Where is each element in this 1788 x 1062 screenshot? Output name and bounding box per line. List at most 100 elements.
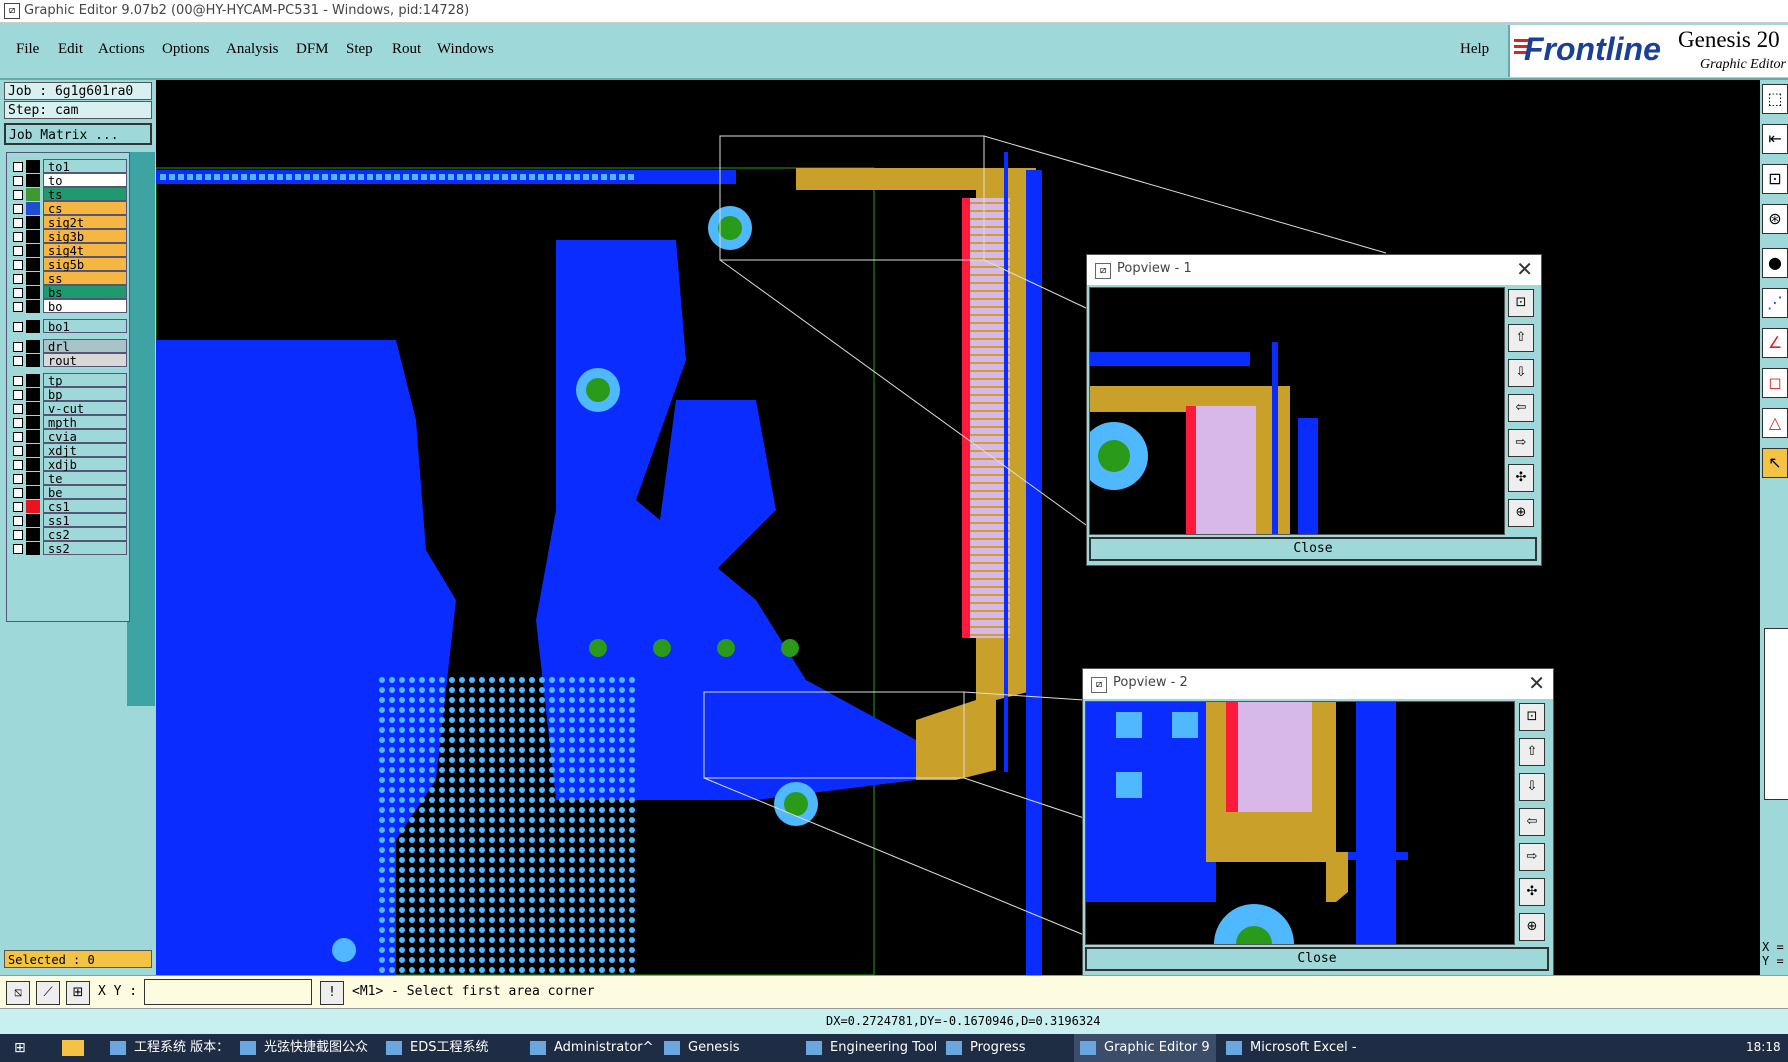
layer-name[interactable]: xdjt [43,443,127,458]
layer-row-sig2t[interactable]: sig2t [9,215,129,230]
taskbar-item[interactable]: EDS工程系统 [380,1034,520,1062]
layer-row-to[interactable]: to [9,173,129,188]
menu-help[interactable]: Help [1460,41,1489,58]
layer-checkbox[interactable] [13,232,23,242]
layer-color-swatch[interactable] [26,272,40,285]
pan-left-icon[interactable]: ⇦ [1519,808,1545,836]
pan-right-icon[interactable]: ⇨ [1519,843,1545,871]
layer-checkbox[interactable] [13,218,23,228]
right-scroll-area[interactable] [1764,628,1788,800]
layer-checkbox[interactable] [13,342,23,352]
layer-color-swatch[interactable] [26,354,40,367]
layer-checkbox[interactable] [13,376,23,386]
windows-start-icon[interactable]: ⊞ [14,1041,28,1055]
layer-name[interactable]: bs [43,285,127,300]
menu-file[interactable]: File [16,41,39,58]
window-select-icon[interactable]: ⧅ [6,981,30,1005]
pan-right-icon[interactable]: ⇨ [1508,429,1534,457]
layer-color-swatch[interactable] [26,174,40,187]
layer-color-swatch[interactable] [26,486,40,499]
layer-row-mpth[interactable]: mpth [9,415,129,430]
layer-row-cs[interactable]: cs [9,201,129,216]
layer-row-rout[interactable]: rout [9,353,129,368]
menu-step[interactable]: Step [346,41,373,58]
menu-windows[interactable]: Windows [437,41,494,58]
layer-color-swatch[interactable] [26,514,40,527]
popview-2-close-button[interactable]: Close [1085,947,1549,971]
taskbar-item[interactable]: 光弦快捷截图公众 [234,1034,376,1062]
layer-color-swatch[interactable] [26,258,40,271]
layer-color-swatch[interactable] [26,320,40,333]
layer-checkbox[interactable] [13,204,23,214]
layer-row-ss1[interactable]: ss1 [9,513,129,528]
layer-name[interactable]: be [43,485,127,500]
taskbar-item[interactable]: Graphic Editor 9 [1074,1034,1216,1062]
layer-color-swatch[interactable] [26,202,40,215]
layer-name[interactable]: to1 [43,159,127,174]
layer-name[interactable]: cs [43,201,127,216]
layer-row-bo1[interactable]: bo1 [9,319,129,334]
pan-up-icon[interactable]: ⇧ [1508,324,1534,352]
zoom-in-icon[interactable]: ✣ [1519,878,1545,906]
layer-name[interactable]: mpth [43,415,127,430]
layer-checkbox[interactable] [13,288,23,298]
layer-checkbox[interactable] [13,274,23,284]
taskbar-item[interactable]: Administrator^ - [524,1034,654,1062]
menu-options[interactable]: Options [162,41,210,58]
layer-name[interactable]: ss2 [43,541,127,556]
taskbar-item[interactable]: Genesis [658,1034,796,1062]
layer-checkbox[interactable] [13,260,23,270]
layer-row-sig4t[interactable]: sig4t [9,243,129,258]
layer-row-v-cut[interactable]: v-cut [9,401,129,416]
menu-actions[interactable]: Actions [98,41,145,58]
helicopter-icon[interactable]: ⊛ [1762,204,1788,234]
layer-name[interactable]: sig4t [43,243,127,258]
layer-checkbox[interactable] [13,460,23,470]
measure-icon[interactable]: ∠ [1762,328,1788,358]
shape-icon[interactable]: ◻ [1762,368,1788,398]
layer-row-sig3b[interactable]: sig3b [9,229,129,244]
layer-color-swatch[interactable] [26,374,40,387]
layer-checkbox[interactable] [13,390,23,400]
layer-checkbox[interactable] [13,502,23,512]
pointer-icon[interactable]: ↖ [1762,448,1788,478]
layer-row-ss[interactable]: ss [9,271,129,286]
layer-checkbox[interactable] [13,404,23,414]
layer-row-ss2[interactable]: ss2 [9,541,129,556]
layer-name[interactable]: cs1 [43,499,127,514]
popview-2-view[interactable] [1085,701,1515,984]
layer-color-swatch[interactable] [26,472,40,485]
layer-checkbox[interactable] [13,302,23,312]
layer-checkbox[interactable] [13,474,23,484]
layer-name[interactable]: xdjb [43,457,127,472]
job-matrix-button[interactable]: Job Matrix ... [4,123,152,145]
pan-left-icon[interactable]: ⇦ [1508,394,1534,422]
layer-name[interactable]: ss [43,271,127,286]
layer-checkbox[interactable] [13,190,23,200]
layer-name[interactable]: sig3b [43,229,127,244]
layer-checkbox[interactable] [13,488,23,498]
layer-name[interactable]: ss1 [43,513,127,528]
layer-checkbox[interactable] [13,516,23,526]
layer-name[interactable]: te [43,471,127,486]
layer-name[interactable]: to [43,173,127,188]
layer-checkbox[interactable] [13,418,23,428]
layer-row-sig5b[interactable]: sig5b [9,257,129,272]
window-icon[interactable]: ⬚ [1762,84,1788,114]
layer-color-swatch[interactable] [26,230,40,243]
pan-up-icon[interactable]: ⇧ [1519,738,1545,766]
layer-row-bo[interactable]: bo [9,299,129,314]
layer-row-cs2[interactable]: cs2 [9,527,129,542]
arrow-left-icon[interactable]: ⇤ [1762,124,1788,154]
xy-input[interactable] [144,979,312,1005]
menu-edit[interactable]: Edit [58,41,83,58]
zoom-out-icon[interactable]: ⊕ [1519,913,1545,941]
layer-color-swatch[interactable] [26,416,40,429]
layer-row-to1[interactable]: to1 [9,159,129,174]
layer-row-xdjb[interactable]: xdjb [9,457,129,472]
layer-checkbox[interactable] [13,162,23,172]
layer-color-swatch[interactable] [26,286,40,299]
layer-checkbox[interactable] [13,446,23,456]
layer-color-swatch[interactable] [26,542,40,555]
pan-down-icon[interactable]: ⇩ [1519,773,1545,801]
